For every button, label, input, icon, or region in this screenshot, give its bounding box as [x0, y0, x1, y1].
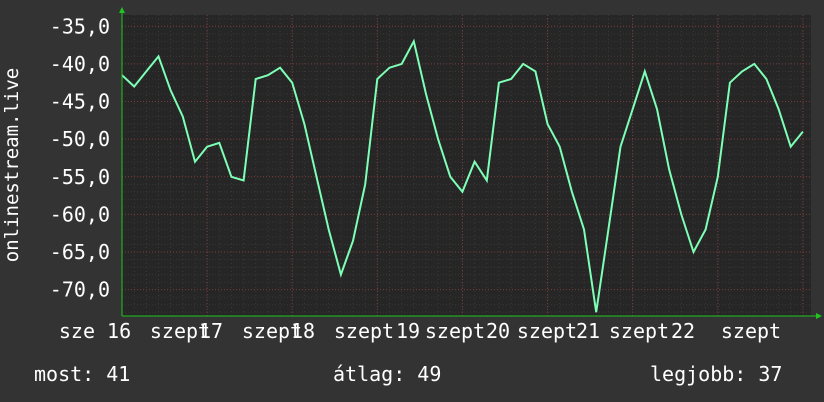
y-tick-label: -65,0	[50, 240, 110, 264]
y-axis-arrow	[119, 7, 125, 13]
stat-now: most: 41	[34, 362, 131, 386]
y-tick-label: -70,0	[50, 278, 110, 302]
y-tick-label: -40,0	[50, 52, 110, 76]
x-axis: sze 16 szept17 szept18 szept 19 szept 20 szept2…	[59, 319, 781, 343]
chart: -35,0 -40,0 -45,0 -50,0 -55,0 -60,0 -65,0 -70,0…	[1, 7, 822, 343]
x-tick-label: 21	[576, 319, 600, 343]
x-tick-label: 20	[486, 319, 510, 343]
x-tick-label: szept	[609, 319, 669, 343]
y-tick-label: -55,0	[50, 165, 110, 189]
y-axis-label: onlinestream.live	[1, 68, 23, 262]
x-tick-label: sze 16	[59, 319, 131, 343]
x-tick-label: 19	[396, 319, 420, 343]
x-tick-label: szept	[425, 319, 485, 343]
x-axis-arrow	[816, 313, 822, 319]
y-tick-label: -60,0	[50, 202, 110, 226]
x-tick-label: szept	[517, 319, 577, 343]
x-tick-label: szept	[334, 319, 394, 343]
x-tick-label: 22	[671, 319, 695, 343]
x-tick-label: szept	[721, 319, 781, 343]
x-tick-label: 18	[291, 319, 315, 343]
plot-area	[122, 15, 811, 316]
y-tick-label: -50,0	[50, 127, 110, 151]
y-tick-label: -35,0	[50, 14, 110, 38]
y-axis: -35,0 -40,0 -45,0 -50,0 -55,0 -60,0 -65,0 -70,0	[50, 14, 110, 301]
x-tick-label: 17	[199, 319, 223, 343]
stat-best: legjobb: 37	[650, 362, 783, 386]
y-tick-label: -45,0	[50, 90, 110, 114]
stat-average: átlag: 49	[333, 362, 442, 386]
